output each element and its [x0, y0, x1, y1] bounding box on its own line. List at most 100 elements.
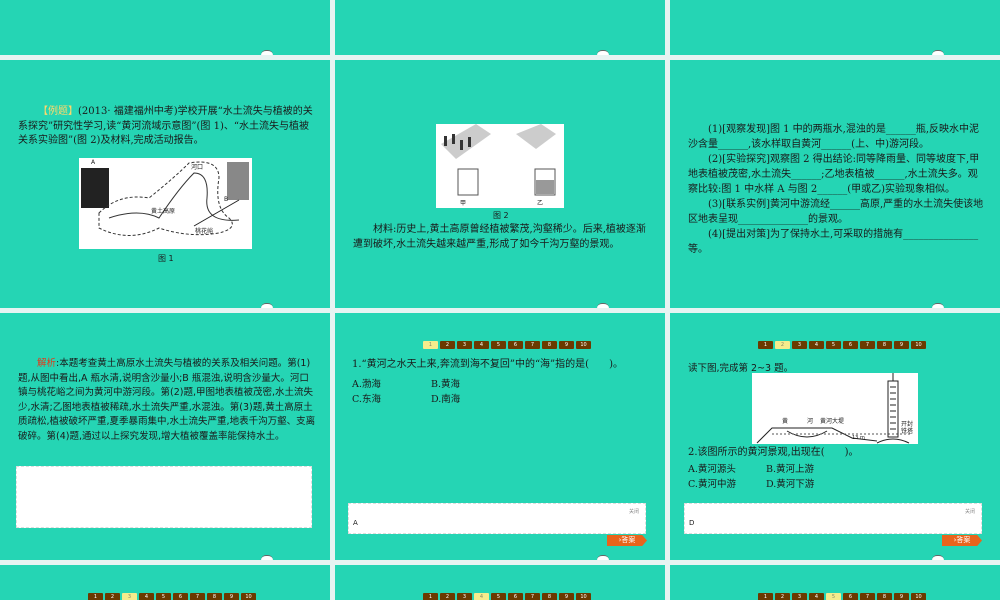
page-button-10[interactable]: 10 [911, 341, 926, 349]
page-button-7[interactable]: 7 [190, 593, 205, 600]
page-button-5[interactable]: 5 [491, 593, 506, 600]
analysis-body: :本题考查黄土高原水土流失与植被的关系及相关问题。第(1)题,从图中看出,A 瓶… [18, 358, 316, 442]
page-button-5[interactable]: 5 [826, 593, 841, 600]
page-button-6[interactable]: 6 [173, 593, 188, 600]
label-yi: 乙 [537, 200, 544, 207]
option-a[interactable]: A.渤海 [352, 376, 381, 390]
page-button-3[interactable]: 3 [792, 593, 807, 600]
page-button-8[interactable]: 8 [207, 593, 222, 600]
answer-value: D [689, 519, 695, 527]
close-button[interactable]: 关闭 [629, 508, 639, 515]
page-button-6[interactable]: 6 [508, 341, 523, 349]
analysis-label: 解析 [37, 358, 57, 369]
page-button-7[interactable]: 7 [860, 593, 875, 600]
answer-button[interactable]: ›答案 [942, 535, 982, 546]
nav-caret-icon [597, 555, 609, 560]
page-button-8[interactable]: 8 [542, 341, 557, 349]
map-label-a: A [91, 159, 96, 166]
slide-q2[interactable]: 1 2 3 4 5 6 7 8 9 10 读下图,完成第 2~3 题。 黄 河 黄河大堤 13 m… [670, 313, 1000, 560]
option-b[interactable]: B.黄海 [431, 376, 460, 390]
page-button-5[interactable]: 5 [826, 341, 841, 349]
slide-thumbnail[interactable]: 1 2 3 4 5 6 7 8 9 10 [335, 565, 665, 600]
label-huang: 黄 [782, 418, 789, 425]
page-button-2[interactable]: 2 [440, 341, 455, 349]
slide-analysis[interactable]: 解析:本题考查黄土高原水土流失与植被的关系及相关问题。第(1)题,从图中看出,A… [0, 313, 330, 560]
page-button-2[interactable]: 2 [105, 593, 120, 600]
option-a[interactable]: A.黄河源头 [688, 461, 736, 475]
page-button-4[interactable]: 4 [139, 593, 154, 600]
slide-material[interactable]: 甲 乙 图 2 材料:历史上,黄土高原曾经植被繁茂,沟壑稀少。后来,植被逐渐遭到… [335, 60, 665, 308]
slide-questions[interactable]: (1)[观察发现]图 1 中的两瓶水,混浊的是______瓶,反映水中泥沙含量_… [670, 60, 1000, 308]
page-button-10[interactable]: 10 [911, 593, 926, 600]
option-c[interactable]: C.东海 [352, 391, 381, 405]
page-button-8[interactable]: 8 [877, 593, 892, 600]
page-button-9[interactable]: 9 [559, 341, 574, 349]
page-button-1[interactable]: 1 [423, 341, 438, 349]
page-button-1[interactable]: 1 [423, 593, 438, 600]
nav-caret-icon [261, 50, 273, 55]
map-label-plateau: 黄土高原 [151, 208, 176, 215]
nav-caret-icon [597, 303, 609, 308]
answer-button[interactable]: ›答案 [607, 535, 647, 546]
page-button-9[interactable]: 9 [894, 593, 909, 600]
answer-panel: 关闭 A [348, 503, 646, 534]
page-button-5[interactable]: 5 [491, 341, 506, 349]
question-4: (4)[提出对策]为了保持水土,可采取的措施有_______________等。 [688, 229, 979, 255]
slide-q1[interactable]: 1 2 3 4 5 6 7 8 9 10 1.“黄河之水天上来,奔流到海不复回”中的“海”指的是(… [335, 313, 665, 560]
nav-caret-icon [261, 555, 273, 560]
page-button-9[interactable]: 9 [224, 593, 239, 600]
slide-thumbnail[interactable] [670, 0, 1000, 55]
page-button-6[interactable]: 6 [843, 341, 858, 349]
page-button-3[interactable]: 3 [457, 341, 472, 349]
question-text: 2.该图所示的黄河景观,出现在( )。 [688, 447, 859, 458]
page-button-2[interactable]: 2 [440, 593, 455, 600]
option-d[interactable]: D.黄河下游 [766, 476, 814, 490]
page-button-10[interactable]: 10 [576, 593, 591, 600]
page-button-3[interactable]: 3 [122, 593, 137, 600]
page-button-9[interactable]: 9 [894, 341, 909, 349]
page-button-6[interactable]: 6 [843, 593, 858, 600]
page-button-3[interactable]: 3 [457, 593, 472, 600]
page-button-1[interactable]: 1 [758, 593, 773, 600]
slide-thumbnail[interactable]: 1 2 3 4 5 6 7 8 9 10 [0, 565, 330, 600]
question-pager: 1 2 3 4 5 6 7 8 9 10 [88, 593, 256, 600]
close-button[interactable]: 关闭 [965, 508, 975, 515]
experiment-drawing [441, 124, 556, 196]
page-button-6[interactable]: 6 [508, 593, 523, 600]
page-button-10[interactable]: 10 [576, 341, 591, 349]
page-button-4[interactable]: 4 [809, 593, 824, 600]
page-button-7[interactable]: 7 [525, 593, 540, 600]
page-button-4[interactable]: 4 [474, 593, 489, 600]
page-button-4[interactable]: 4 [809, 341, 824, 349]
page-button-2[interactable]: 2 [775, 593, 790, 600]
experiment-figure: 甲 乙 [436, 124, 564, 208]
page-button-10[interactable]: 10 [241, 593, 256, 600]
page-button-9[interactable]: 9 [559, 593, 574, 600]
page-button-7[interactable]: 7 [860, 341, 875, 349]
option-b[interactable]: B.黄河上游 [766, 461, 814, 475]
material-text: 材料:历史上,黄土高原曾经植被繁茂,沟壑稀少。后来,植被逐渐遭到破坏,水土流失越… [353, 224, 646, 250]
page-button-7[interactable]: 7 [525, 341, 540, 349]
page-button-3[interactable]: 3 [792, 341, 807, 349]
question-3: (3)[联系实例]黄河中游流经______高原,严重的水土流失使该地区地表呈现_… [688, 199, 984, 225]
question-text: 1.“黄河之水天上来,奔流到海不复回”中的“海”指的是( )。 [352, 359, 623, 370]
yellow-river-map: A 河口 B 黄土高原 桃花峪 [79, 158, 252, 249]
option-c[interactable]: C.黄河中游 [688, 476, 736, 490]
page-button-8[interactable]: 8 [542, 593, 557, 600]
slide-thumbnail[interactable] [0, 0, 330, 55]
page-button-1[interactable]: 1 [758, 341, 773, 349]
page-button-5[interactable]: 5 [156, 593, 171, 600]
page-button-8[interactable]: 8 [877, 341, 892, 349]
page-button-1[interactable]: 1 [88, 593, 103, 600]
slide-example[interactable]: 【例题】(2013· 福建福州中考)学校开展“水土流失与植被的关系探究”研究性学… [0, 60, 330, 308]
label-jia: 甲 [460, 200, 467, 207]
profile-drawing [756, 373, 912, 444]
slide-thumbnail[interactable]: 1 2 3 4 5 6 7 8 9 10 [670, 565, 1000, 600]
option-d[interactable]: D.南海 [431, 391, 460, 405]
page-button-4[interactable]: 4 [474, 341, 489, 349]
question-1: (1)[观察发现]图 1 中的两瓶水,混浊的是______瓶,反映水中泥沙含量_… [688, 124, 980, 150]
page-button-2[interactable]: 2 [775, 341, 790, 349]
nav-caret-icon [261, 303, 273, 308]
question-pager: 1 2 3 4 5 6 7 8 9 10 [423, 341, 591, 349]
slide-thumbnail[interactable] [335, 0, 665, 55]
